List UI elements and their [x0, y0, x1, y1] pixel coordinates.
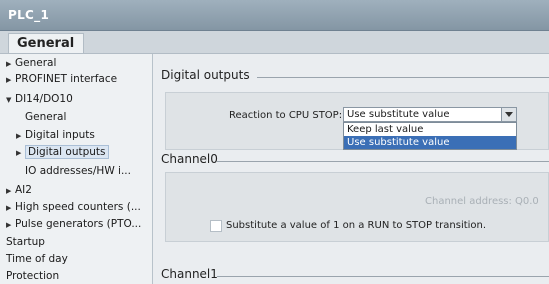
tree-item-ai2[interactable]: ▶ AI2	[6, 183, 32, 198]
section-divider	[257, 77, 549, 78]
tree-item-general[interactable]: ▶ General	[6, 56, 56, 71]
chevron-right-icon[interactable]: ▶	[6, 184, 15, 199]
channel-address-label: Channel address:	[425, 196, 512, 207]
option-use-substitute-value[interactable]: Use substitute value	[344, 136, 516, 149]
channel-address-value: Q0.0	[515, 196, 539, 207]
tree-item-startup[interactable]: Startup	[6, 235, 45, 250]
tree-item-pulse-generators[interactable]: ▶ Pulse generators (PTO...	[6, 217, 141, 232]
tree-item-di14-general[interactable]: General	[25, 110, 66, 125]
chevron-right-icon[interactable]: ▶	[16, 146, 25, 161]
tab-general[interactable]: General	[8, 33, 84, 53]
section-divider	[217, 161, 549, 162]
section-title-digital-outputs: Digital outputs	[161, 68, 250, 82]
chevron-down-icon[interactable]: ▼	[6, 93, 15, 108]
section-divider	[217, 276, 549, 277]
reaction-select-value: Use substitute value	[347, 109, 450, 120]
window-title: PLC_1	[8, 8, 50, 22]
tree-item-digital-inputs[interactable]: ▶ Digital inputs	[16, 128, 95, 143]
tree-item-di14-do10[interactable]: ▼ DI14/DO10	[6, 92, 73, 107]
substitute-value-label: Substitute a value of 1 on a RUN to STOP…	[226, 220, 487, 231]
chevron-down-icon	[505, 112, 513, 117]
option-keep-last-value[interactable]: Keep last value	[344, 123, 516, 136]
chevron-right-icon[interactable]: ▶	[6, 57, 15, 72]
properties-content: Digital outputs Reaction to CPU STOP: Us…	[153, 54, 549, 284]
section-title-channel1: Channel1	[161, 267, 218, 281]
chevron-right-icon[interactable]: ▶	[16, 129, 25, 144]
chevron-right-icon[interactable]: ▶	[6, 218, 15, 233]
chevron-right-icon[interactable]: ▶	[6, 201, 15, 216]
channel0-panel	[165, 172, 549, 242]
tree-item-profinet-interface[interactable]: ▶ PROFINET interface	[6, 72, 117, 87]
tree-item-protection[interactable]: Protection	[6, 269, 59, 284]
dropdown-arrow-button[interactable]	[501, 108, 516, 121]
substitute-value-checkbox[interactable]	[210, 220, 222, 232]
tree-item-io-addresses[interactable]: IO addresses/HW i...	[25, 164, 131, 179]
tree-item-digital-outputs[interactable]: ▶ Digital outputs	[16, 145, 109, 160]
reaction-to-cpu-stop-select[interactable]: Use substitute value	[343, 107, 517, 122]
chevron-right-icon[interactable]: ▶	[6, 73, 15, 88]
reaction-to-cpu-stop-label: Reaction to CPU STOP:	[229, 110, 343, 121]
tree-item-time-of-day[interactable]: Time of day	[6, 252, 68, 267]
section-title-channel0: Channel0	[161, 152, 218, 166]
reaction-dropdown-list: Keep last value Use substitute value	[343, 122, 517, 150]
tree-item-high-speed-counters[interactable]: ▶ High speed counters (...	[6, 200, 141, 215]
title-bar: PLC_1	[0, 0, 549, 31]
navigation-tree: ▶ General ▶ PROFINET interface ▼ DI14/DO10 …	[0, 54, 153, 284]
tab-strip: General	[0, 31, 549, 54]
